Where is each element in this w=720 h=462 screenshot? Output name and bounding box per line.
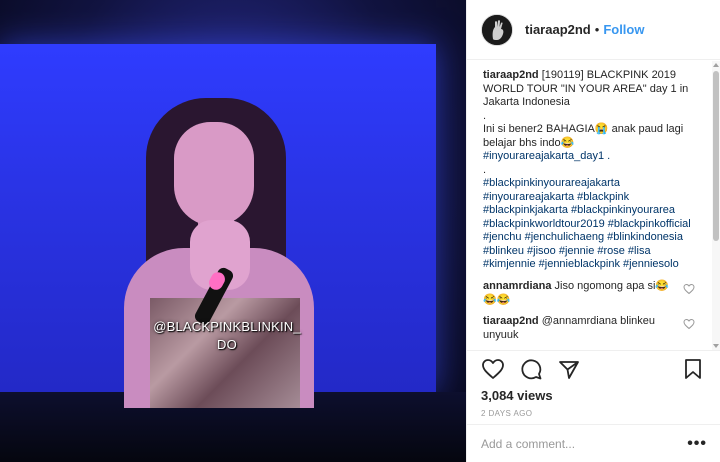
caption-line: . <box>483 163 487 176</box>
caption-username[interactable]: tiaraap2nd <box>483 69 539 81</box>
video-watermark: @BLACKPINKBLINKIN_ DO <box>152 318 302 354</box>
caption-hashtag-line[interactable]: #kimjennie #jennieblackpink #jenniesolo <box>483 258 703 272</box>
watermark-line-1: @BLACKPINKBLINKIN_ <box>153 319 301 334</box>
like-comment-heart-icon[interactable] <box>683 318 695 330</box>
post-caption: tiaraap2nd [190119] BLACKPINK 2019 WORLD… <box>483 69 703 272</box>
avatar[interactable] <box>481 13 513 46</box>
caption-hashtag-line[interactable]: #blackpinkjakarta #blackpinkinyourarea <box>483 204 703 218</box>
post-side-panel: tiaraap2nd • Follow tiaraap2nd [190119] … <box>466 0 720 462</box>
caption-hashtag-line[interactable]: #inyourareajakarta_day1 . <box>483 150 703 164</box>
caption-hashtag-line[interactable]: #blackpinkinyourareajakarta <box>483 177 703 191</box>
caption-line: belajar bhs indo😂 <box>483 136 575 149</box>
share-icon[interactable] <box>557 357 581 381</box>
scroll-down-arrow-icon[interactable] <box>713 344 719 348</box>
action-buttons-row <box>481 351 707 387</box>
comment-item: tiaraap2nd @annamrdiana blinkeu unyuuk <box>483 314 703 342</box>
instagram-post-modal: @BLACKPINKBLINKIN_ DO tiaraap2nd • Follo… <box>0 0 720 462</box>
view-count[interactable]: 3,084 views <box>481 388 707 403</box>
caption-line: WORLD TOUR "IN YOUR AREA" day 1 in <box>483 82 689 95</box>
comment-icon[interactable] <box>519 357 543 381</box>
comment-username[interactable]: tiaraap2nd <box>483 315 539 327</box>
avatar-hand-icon <box>482 14 512 45</box>
scroll-up-arrow-icon[interactable] <box>713 63 719 67</box>
comment-text-continued: 😂😂 <box>483 293 511 306</box>
scroll-thumb[interactable] <box>713 71 719 241</box>
comment-item: annamrdiana Jiso ngomong apa si😂 😂😂 <box>483 279 703 307</box>
more-options-icon[interactable]: ••• <box>687 435 707 453</box>
add-comment-bar: Add a comment... ••• <box>467 424 720 462</box>
caption-hashtag-line[interactable]: #inyourareajakarta #blackpink <box>483 191 703 205</box>
caption-hashtag-line[interactable]: #jenchu #jenchulichaeng #blinkindonesia <box>483 231 703 245</box>
like-comment-heart-icon[interactable] <box>683 283 695 295</box>
comments-scrollbar[interactable] <box>712 61 720 350</box>
comment-text: Jiso ngomong apa si😂 <box>554 279 670 292</box>
post-timestamp[interactable]: 2 DAYS AGO <box>481 409 707 418</box>
follow-button[interactable]: Follow <box>603 22 644 37</box>
add-comment-input[interactable]: Add a comment... <box>481 437 687 451</box>
caption-line: tiaraap2nd [190119] BLACKPINK 2019 <box>483 69 677 81</box>
comment-username[interactable]: annamrdiana <box>483 280 551 292</box>
header-username[interactable]: tiaraap2nd <box>525 22 591 37</box>
caption-line: Ini si bener2 BAHAGIA😭 anak paud lagi <box>483 123 684 135</box>
bookmark-icon[interactable] <box>681 357 705 381</box>
comments-section: tiaraap2nd [190119] BLACKPINK 2019 WORLD… <box>467 61 713 350</box>
post-video[interactable]: @BLACKPINKBLINKIN_ DO <box>0 0 466 462</box>
comment-text-continued: unyuuk <box>483 328 519 341</box>
caption-hashtag-line[interactable]: #blinkeu #jisoo #jennie #rose #lisa <box>483 245 703 259</box>
heart-icon[interactable] <box>481 357 505 381</box>
post-header: tiaraap2nd • Follow <box>467 0 720 60</box>
caption-line: . <box>483 109 487 122</box>
watermark-line-2: DO <box>217 337 237 352</box>
comment-text: @annamrdiana blinkeu <box>541 314 655 327</box>
post-actions: 3,084 views 2 DAYS AGO <box>467 350 720 418</box>
caption-hashtag-line[interactable]: #blackpinkworldtour2019 #blackpinkoffici… <box>483 218 703 232</box>
caption-line: Jakarta Indonesia <box>483 96 570 108</box>
header-separator: • <box>594 22 600 37</box>
